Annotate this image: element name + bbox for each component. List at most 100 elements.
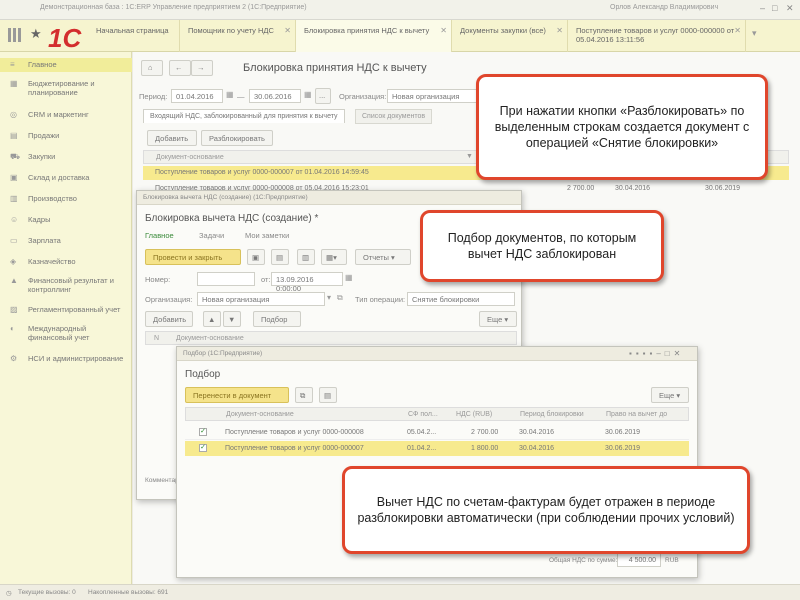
accumulated-calls[interactable]: Накопленные вызовы: 691 [88,589,168,596]
row-checkbox[interactable]: ✓ [199,444,207,452]
tab-notes[interactable]: Мои заметки [245,231,289,240]
period-to-field[interactable]: 30.06.2016 [249,89,301,103]
back-button[interactable]: ← [169,60,191,76]
move-down-button[interactable]: ▼ [223,311,241,327]
column-header: Документ-основание [156,154,224,161]
sidebar-item-label: Регламентированный учет [28,305,121,314]
save-button[interactable]: ▣ [247,249,265,265]
sidebar-item-label: Кадры [28,215,51,224]
column-header: Период блокировки [520,411,584,418]
table-header: N Документ-основание [145,331,517,345]
org-field[interactable]: Новая организация [197,292,325,306]
column-header: НДС (RUB) [456,411,493,418]
sidebar-item-hr[interactable]: ☺ Кадры [0,215,132,224]
period-select-button[interactable]: ... [315,88,331,104]
reports-button[interactable]: Отчеты ▾ [355,249,411,265]
more-button[interactable]: Еще ▾ [479,311,517,327]
tab-doc-list[interactable]: Список документов [355,109,433,124]
tab-blocked-vat[interactable]: Входящий НДС, заблокированный для принят… [143,109,345,123]
vat-cell: 1 800.00 [471,445,499,452]
sidebar-item-treasury[interactable]: ◈ Казначейство [0,257,132,266]
sidebar-item-admin[interactable]: ⚙ НСИ и администрирование [0,354,132,363]
open-icon[interactable]: ⧉ [337,293,343,303]
number-label: Номер: [145,275,171,284]
close-tab-icon[interactable]: ✕ [284,26,291,35]
table-row[interactable]: ✓ Поступление товаров и услуг 0000-00000… [185,441,689,456]
post-close-button[interactable]: Провести и закрыть [145,249,241,265]
sidebar-item-regulated[interactable]: ▨ Регламентированный учет [0,305,132,314]
maximize-icon[interactable]: □ [772,3,777,13]
sidebar-item-label: Главное [28,60,57,69]
select-button[interactable]: Подбор [253,311,301,327]
unblock-button[interactable]: Разблокировать [201,130,273,146]
window-controls[interactable]: ▪▪▪▪–□✕ [629,349,684,358]
sidebar-item-purchases[interactable]: ⛟ Закупки [0,152,132,161]
callout-unblock: При нажатии кнопки «Разблокировать» по в… [476,74,768,180]
accounting-icon: ▨ [10,305,18,314]
tab-purchase-docs[interactable]: Документы закупки (все) ✕ [452,20,568,52]
settings-button[interactable]: ▤ [319,387,337,403]
sidebar-item-crm[interactable]: ◎ CRM и маркетинг [0,110,132,119]
more-button[interactable]: Еще ▾ [651,387,689,403]
move-up-button[interactable]: ▲ [203,311,221,327]
menu-icon: ≡ [10,60,15,69]
create-based-button[interactable]: ▦▾ [321,249,347,265]
sidebar-item-warehouse[interactable]: ▣ Склад и доставка [0,173,132,182]
callout-deduction: Вычет НДС по счетам-фактурам будет отраж… [342,466,750,554]
tab-receipt-doc[interactable]: Поступление товаров и услуг 0000-000000 … [568,20,746,52]
more-label: Еще [659,391,675,400]
table-row[interactable]: ✓ Поступление товаров и услуг 0000-00000… [185,425,689,440]
tab-vat-assistant[interactable]: Помощник по учету НДС ✕ [180,20,296,52]
sidebar-item-sales[interactable]: ▤ Продажи [0,131,132,140]
apps-grid-icon[interactable] [8,28,22,42]
doc-cell: Поступление товаров и услуг 0000-000007 [225,445,364,452]
tab-vat-block[interactable]: Блокировка принятия НДС к вычету ✕ [296,20,452,52]
tab-menu-icon[interactable]: ▾ [752,28,757,39]
op-type-label: Тип операции: [355,295,406,304]
sidebar-item-budget[interactable]: ▦ Бюджетирование и планирование [0,79,132,97]
favorites-star-icon[interactable]: ★ [30,26,42,42]
print-button[interactable]: ▥ [297,249,315,265]
close-tab-icon[interactable]: ✕ [440,26,447,35]
close-tab-icon[interactable]: ✕ [556,26,563,35]
sf-cell: 05.04.2... [407,429,437,436]
transfer-button[interactable]: Перенести в документ [185,387,289,403]
sidebar-item-label: НСИ и администрирование [28,354,124,363]
tab-main[interactable]: Главное [145,231,174,240]
close-tab-icon[interactable]: ✕ [734,26,741,35]
number-field[interactable] [197,272,255,286]
tab-home[interactable]: Начальная страница [88,20,180,52]
period-label: Период: [139,92,168,101]
settings-icon: ⚙ [10,354,18,363]
home-button[interactable]: ⌂ [141,60,163,76]
op-type-field[interactable]: Снятие блокировки [407,292,515,306]
post-button[interactable]: ▤ [271,249,289,265]
doc-cell: Поступление товаров и услуг 0000-000008 [225,429,364,436]
tab-label: Блокировка принятия НДС к вычету [304,26,430,35]
calendar-icon[interactable]: ▦ [345,273,353,282]
minimize-icon[interactable]: – [760,3,765,13]
date-field[interactable]: 13.09.2016 0:00:00 [271,272,343,293]
copy-button[interactable]: ⧉ [295,387,313,403]
sidebar-item-salary[interactable]: ▭ Зарплата [0,236,132,245]
calendar-icon[interactable]: ▦ [226,90,234,99]
sidebar-item-main[interactable]: ≡ Главное [0,58,132,72]
sort-icon[interactable]: ▼ [466,153,473,160]
sidebar-item-intl[interactable]: ◐ Международный финансовый учет [0,324,132,342]
period-from-field[interactable]: 01.04.2016 [171,89,223,103]
sidebar-item-production[interactable]: ▥ Производство [0,194,132,203]
tab-tasks[interactable]: Задачи [199,231,224,240]
add-button[interactable]: Добавить [145,311,193,327]
org-field[interactable]: Новая организация [387,89,477,103]
doc-cell: Поступление товаров и услуг 0000-000007 … [155,169,369,176]
sidebar-item-finance[interactable]: ▲ Финансовый результат и контроллинг [0,276,132,294]
dropdown-icon[interactable]: ▾ [327,293,331,302]
close-icon[interactable]: ✕ [786,3,794,14]
forward-button[interactable]: → [191,60,213,76]
calendar-icon[interactable]: ▦ [304,90,312,99]
row-checkbox[interactable]: ✓ [199,428,207,436]
add-button[interactable]: Добавить [147,130,197,146]
current-calls[interactable]: Текущие вызовы: 0 [18,589,76,596]
user-name[interactable]: Орлов Александр Владимирович [610,4,718,11]
create-icon: ▦▾ [326,253,337,262]
